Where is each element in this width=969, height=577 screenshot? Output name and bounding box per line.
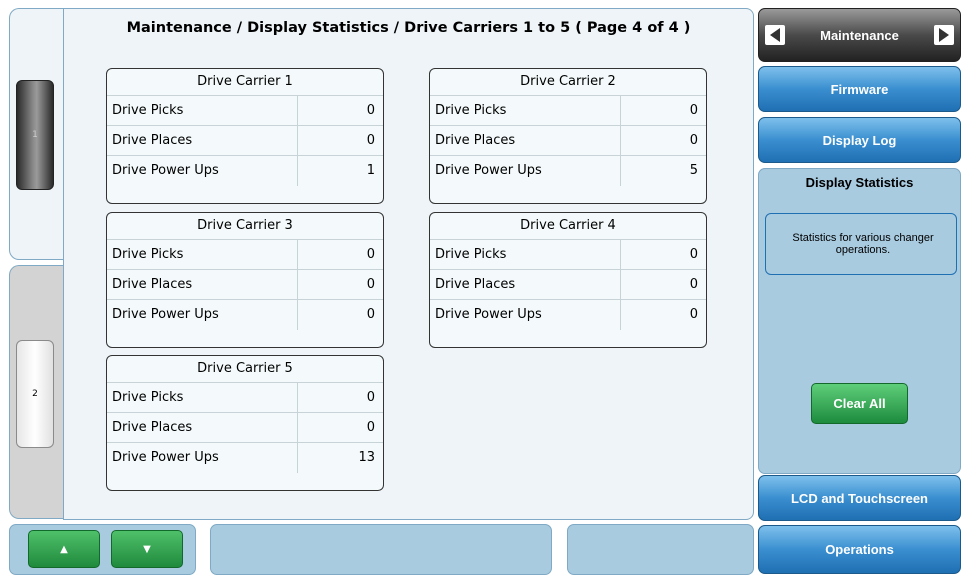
table-row: Drive Power Ups 0 (107, 300, 383, 330)
nav-next-button[interactable] (934, 25, 954, 45)
drive-carrier-4-panel: Drive Carrier 4 Drive Picks 0 Drive Place… (429, 212, 707, 348)
stat-value: 0 (366, 307, 375, 322)
arrow-left-icon (770, 28, 780, 42)
nav-display-log-label: Display Log (822, 132, 897, 148)
stat-value: 0 (689, 307, 698, 322)
stat-value: 0 (689, 133, 698, 148)
triangle-up-icon: ▲ (60, 543, 68, 555)
table-row: Drive Power Ups 5 (430, 156, 706, 186)
stat-label: Drive Places (107, 126, 298, 155)
stat-label: Drive Picks (430, 96, 621, 125)
table-row: Drive Places 0 (107, 126, 383, 156)
table-row: Drive Power Ups 1 (107, 156, 383, 186)
carrier-title: Drive Carrier 4 (430, 213, 706, 240)
clear-all-button[interactable]: Clear All (811, 383, 908, 424)
stat-label: Drive Places (430, 126, 621, 155)
triangle-down-icon: ▼ (143, 543, 151, 555)
stat-label: Drive Power Ups (430, 156, 621, 186)
status-field-1 (210, 524, 552, 575)
description-text: Statistics for various changer operation… (792, 232, 934, 256)
nav-header: Maintenance (758, 8, 961, 62)
drive-carrier-1-panel: Drive Carrier 1 Drive Picks 0 Drive Place… (106, 68, 384, 204)
drive-carrier-2-panel: Drive Carrier 2 Drive Picks 0 Drive Place… (429, 68, 707, 204)
stat-value: 0 (366, 390, 375, 405)
table-row: Drive Picks 0 (430, 96, 706, 126)
arrow-right-icon (939, 28, 949, 42)
table-row: Drive Places 0 (107, 413, 383, 443)
stat-value: 0 (689, 247, 698, 262)
slot-2-label: 2 (32, 389, 38, 399)
nav-firmware-label: Firmware (830, 81, 889, 97)
stat-label: Drive Power Ups (107, 443, 298, 473)
page-up-button[interactable]: ▲ (28, 530, 100, 568)
nav-lcd-label: LCD and Touchscreen (790, 490, 928, 506)
nav-firmware-button[interactable]: Firmware (758, 66, 961, 112)
clear-all-label: Clear All (833, 396, 886, 411)
nav-operations-button[interactable]: Operations (758, 525, 961, 574)
stat-value: 1 (366, 163, 375, 178)
carrier-title: Drive Carrier 5 (107, 356, 383, 383)
stat-label: Drive Power Ups (107, 156, 298, 186)
description-box: Statistics for various changer operation… (765, 213, 957, 275)
table-row: Drive Power Ups 13 (107, 443, 383, 473)
status-field-2 (567, 524, 754, 575)
table-row: Drive Places 0 (107, 270, 383, 300)
stat-value: 0 (366, 247, 375, 262)
nav-display-log-button[interactable]: Display Log (758, 117, 961, 163)
nav-header-label: Maintenance (820, 27, 899, 43)
nav-lcd-touchscreen-button[interactable]: LCD and Touchscreen (758, 475, 961, 521)
drive-carrier-3-panel: Drive Carrier 3 Drive Picks 0 Drive Place… (106, 212, 384, 348)
nav-display-statistics-title: Display Statistics (805, 175, 914, 190)
stat-label: Drive Power Ups (107, 300, 298, 330)
table-row: Drive Picks 0 (107, 383, 383, 413)
table-row: Drive Power Ups 0 (430, 300, 706, 330)
stat-value: 13 (358, 450, 375, 465)
magazine-slot-1[interactable]: 1 (16, 80, 54, 190)
stat-value: 0 (366, 277, 375, 292)
stat-label: Drive Picks (107, 383, 298, 412)
nav-prev-button[interactable] (765, 25, 785, 45)
stat-label: Drive Picks (107, 240, 298, 269)
stat-label: Drive Places (107, 413, 298, 442)
stat-label: Drive Picks (107, 96, 298, 125)
stat-value: 0 (366, 420, 375, 435)
stat-value: 0 (366, 133, 375, 148)
stat-label: Drive Places (107, 270, 298, 299)
magazine-slot-2[interactable]: 2 (16, 340, 54, 448)
table-row: Drive Places 0 (430, 270, 706, 300)
table-row: Drive Places 0 (430, 126, 706, 156)
stat-label: Drive Power Ups (430, 300, 621, 330)
stat-value: 5 (689, 163, 698, 178)
carrier-title: Drive Carrier 2 (430, 69, 706, 96)
nav-operations-label: Operations (825, 542, 894, 557)
stat-label: Drive Places (430, 270, 621, 299)
table-row: Drive Picks 0 (107, 96, 383, 126)
stat-value: 0 (689, 277, 698, 292)
carrier-title: Drive Carrier 3 (107, 213, 383, 240)
table-row: Drive Picks 0 (430, 240, 706, 270)
page-title: Maintenance / Display Statistics / Drive… (126, 20, 691, 36)
carrier-title: Drive Carrier 1 (107, 69, 383, 96)
stat-value: 0 (366, 103, 375, 118)
stat-value: 0 (689, 103, 698, 118)
stat-label: Drive Picks (430, 240, 621, 269)
page-down-button[interactable]: ▼ (111, 530, 183, 568)
drive-carrier-5-panel: Drive Carrier 5 Drive Picks 0 Drive Place… (106, 355, 384, 491)
table-row: Drive Picks 0 (107, 240, 383, 270)
slot-1-label: 1 (32, 130, 38, 140)
